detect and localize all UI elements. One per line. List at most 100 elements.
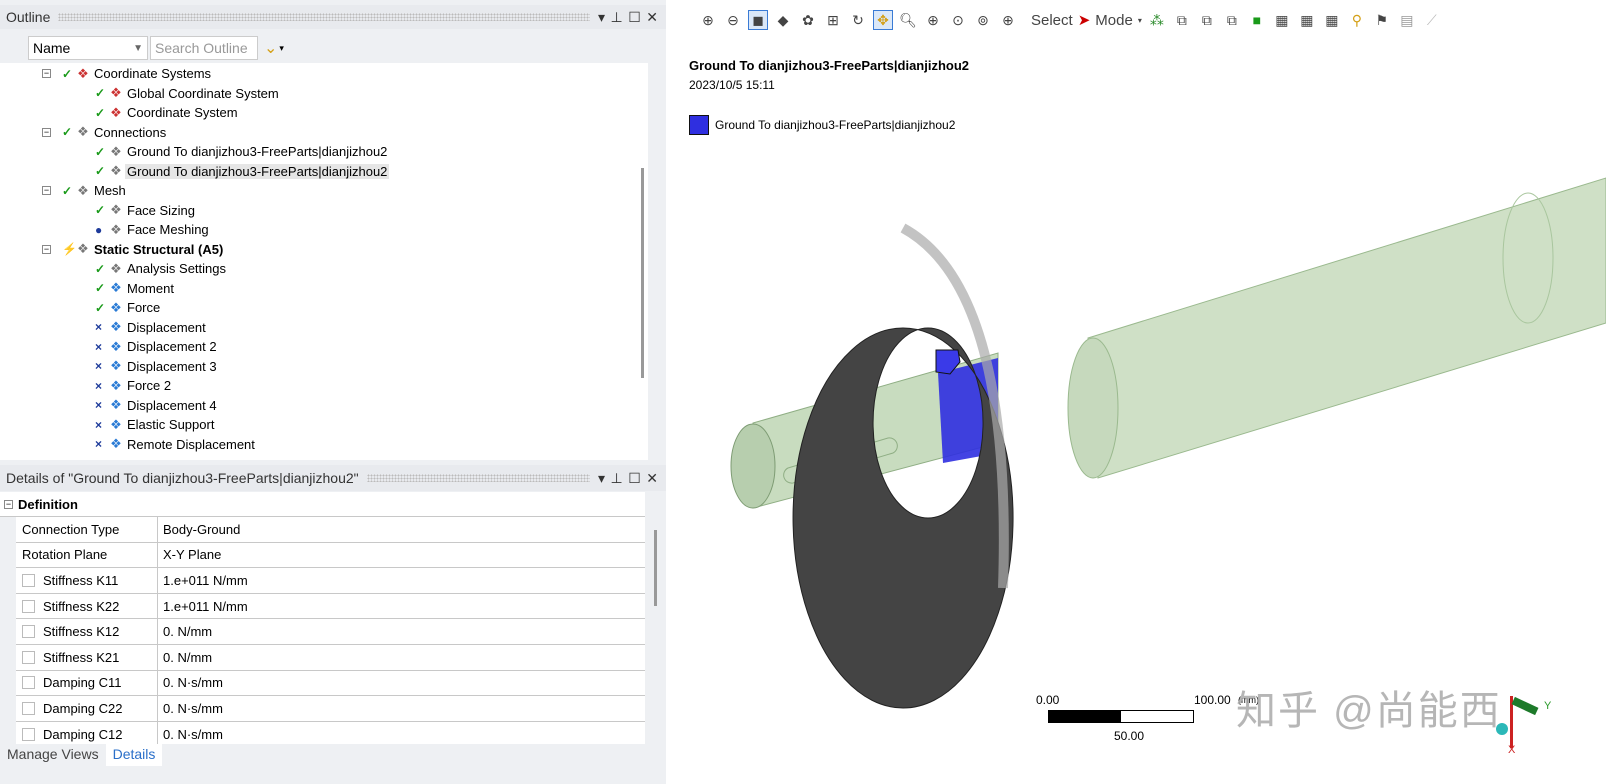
- property-label: Connection Type: [22, 521, 120, 537]
- x-status-icon: ×: [95, 398, 103, 412]
- tree-item[interactable]: ✓ ❖ Mesh: [62, 181, 128, 200]
- box-zoom-icon[interactable]: ⊕: [923, 10, 943, 30]
- parameter-checkbox[interactable]: [22, 573, 35, 587]
- tree-item[interactable]: ✓ ❖ Force: [95, 298, 162, 317]
- explode-icon[interactable]: ✿: [798, 10, 818, 30]
- select-body-icon[interactable]: ⧉: [1222, 10, 1242, 30]
- select-body-green-icon[interactable]: ■: [1247, 10, 1267, 30]
- annotation-icon[interactable]: ▤: [1397, 10, 1417, 30]
- tree-item[interactable]: ✓ ❖ Face Sizing: [95, 201, 197, 220]
- select-vertex-icon[interactable]: ⁂: [1147, 10, 1167, 30]
- zoom-out-icon[interactable]: ⊖: [723, 10, 743, 30]
- collapse-icon[interactable]: −: [42, 127, 51, 137]
- property-value[interactable]: 0. N/mm: [158, 619, 645, 644]
- property-value[interactable]: 0. N·s/mm: [158, 722, 645, 747]
- property-value[interactable]: 0. N·s/mm: [158, 696, 645, 721]
- details-row[interactable]: Damping C22 0. N·s/mm: [16, 696, 645, 722]
- tree-item[interactable]: ● ❖ Face Meshing: [95, 220, 211, 239]
- tree-item[interactable]: ✓ ❖ Moment: [95, 279, 176, 298]
- name-select[interactable]: Name ▼: [28, 36, 148, 60]
- zoom-fit-icon[interactable]: ⊕: [698, 10, 718, 30]
- window-icon[interactable]: ⊞: [823, 10, 843, 30]
- tab-manage-views[interactable]: Manage Views: [0, 744, 106, 766]
- tree-item[interactable]: ⚡ ❖ Static Structural (A5): [62, 240, 225, 259]
- close-icon[interactable]: ✕: [646, 9, 658, 26]
- tree-item[interactable]: × ❖ Force 2: [95, 376, 173, 395]
- property-value[interactable]: 0. N/mm: [158, 645, 645, 670]
- zoom-previous-icon[interactable]: ⊕: [998, 10, 1018, 30]
- left-panel: Outline ▾ ⊥ ☐ ✕ Name ▼ Search Outline ⌄ ▾ − ✓ ❖…: [0, 0, 666, 784]
- parameter-checkbox[interactable]: [22, 701, 35, 715]
- shaded-icon[interactable]: ◆: [773, 10, 793, 30]
- property-value[interactable]: X-Y Plane: [158, 543, 645, 568]
- zoom-icon[interactable]: 🔍︎: [898, 10, 918, 30]
- details-row[interactable]: Rotation Plane X-Y Plane: [16, 542, 645, 569]
- magnifier-icon[interactable]: ⊚: [973, 10, 993, 30]
- pin-icon[interactable]: ⊥: [611, 470, 623, 487]
- parameter-checkbox[interactable]: [22, 625, 35, 639]
- tab-details[interactable]: Details: [105, 744, 163, 766]
- parameter-checkbox[interactable]: [22, 599, 35, 613]
- rotate-icon[interactable]: ↻: [848, 10, 868, 30]
- tree-item[interactable]: ✓ ❖ Ground To dianjizhou3-FreeParts|dianji…: [95, 162, 390, 181]
- tree-item[interactable]: ✓ ❖ Global Coordinate System: [95, 84, 281, 103]
- close-icon[interactable]: ✕: [646, 470, 658, 487]
- tree-item[interactable]: ✓ ❖ Connections: [62, 123, 168, 142]
- tree-item[interactable]: × ❖ Displacement 2: [95, 337, 219, 356]
- property-value[interactable]: Body-Ground: [158, 517, 645, 542]
- select-node-icon[interactable]: ▦: [1272, 10, 1292, 30]
- label-icon[interactable]: ⚑: [1372, 10, 1392, 30]
- collapse-icon[interactable]: −: [42, 69, 51, 78]
- details-scrollbar[interactable]: [654, 530, 657, 606]
- parameter-checkbox[interactable]: [22, 727, 35, 741]
- chart-icon[interactable]: ⟋: [1422, 10, 1442, 30]
- tree-item[interactable]: × ❖ Displacement: [95, 318, 208, 337]
- property-value[interactable]: 0. N·s/mm: [158, 671, 645, 696]
- collapse-icon[interactable]: −: [42, 186, 51, 195]
- tree-item[interactable]: × ❖ Displacement 4: [95, 396, 219, 415]
- parameter-checkbox[interactable]: [22, 650, 35, 664]
- details-row[interactable]: Stiffness K22 1.e+011 N/mm: [16, 593, 645, 620]
- pin-icon[interactable]: ⊥: [611, 9, 623, 26]
- expand-filter-icon[interactable]: ⌄: [264, 38, 277, 58]
- details-row[interactable]: Connection Type Body-Ground: [16, 517, 645, 543]
- select-element-icon[interactable]: ▦: [1297, 10, 1317, 30]
- property-value[interactable]: 1.e+011 N/mm: [158, 568, 645, 593]
- shaft-large: [1087, 177, 1606, 479]
- dropdown-icon[interactable]: ▾: [598, 470, 605, 487]
- details-row[interactable]: Damping C11 0. N·s/mm: [16, 670, 645, 697]
- collapse-icon[interactable]: −: [4, 499, 13, 509]
- tree-item[interactable]: ✓ ❖ Ground To dianjizhou3-FreeParts|dianji…: [95, 142, 389, 161]
- tree-item[interactable]: × ❖ Displacement 3: [95, 357, 219, 376]
- details-row[interactable]: Stiffness K21 0. N/mm: [16, 644, 645, 671]
- tree-item[interactable]: × ❖ Remote Displacement: [95, 435, 257, 454]
- mode-button[interactable]: Mode: [1095, 12, 1133, 29]
- dropdown-icon[interactable]: ▾: [598, 9, 605, 26]
- parameter-checkbox[interactable]: [22, 676, 35, 690]
- body-select-icon[interactable]: ◼: [748, 10, 768, 30]
- details-row[interactable]: Stiffness K11 1.e+011 N/mm: [16, 568, 645, 594]
- triad[interactable]: Y X: [1488, 688, 1558, 758]
- tree-item[interactable]: ✓ ❖ Coordinate System: [95, 103, 240, 122]
- zoom-fit-all-icon[interactable]: ⊙: [948, 10, 968, 30]
- select-edge-icon[interactable]: ⧉: [1172, 10, 1192, 30]
- tree-item[interactable]: ✓ ❖ Analysis Settings: [95, 259, 228, 278]
- tree-item[interactable]: ✓ ❖ Coordinate Systems: [62, 64, 213, 83]
- property-value[interactable]: 1.e+011 N/mm: [158, 594, 645, 619]
- viewport[interactable]: Ground To dianjizhou3-FreeParts|dianjizh…: [668, 38, 1606, 784]
- select-face-icon[interactable]: ⧉: [1197, 10, 1217, 30]
- select-element-face-icon[interactable]: ▦: [1322, 10, 1342, 30]
- more-icon[interactable]: ▾: [279, 43, 284, 54]
- collapse-icon[interactable]: −: [42, 244, 51, 254]
- maximize-icon[interactable]: ☐: [628, 470, 641, 487]
- coordinate-icon: ❖: [110, 85, 122, 100]
- details-row[interactable]: Stiffness K12 0. N/mm: [16, 619, 645, 645]
- coordinate-pick-icon[interactable]: ⚲: [1347, 10, 1367, 30]
- maximize-icon[interactable]: ☐: [628, 9, 641, 26]
- section-definition[interactable]: − Definition: [0, 492, 645, 517]
- select-button[interactable]: Select: [1031, 12, 1073, 29]
- pan-icon[interactable]: ✥: [873, 10, 893, 30]
- tree-item[interactable]: × ❖ Elastic Support: [95, 415, 216, 434]
- tree-scrollbar[interactable]: [641, 168, 644, 378]
- search-input[interactable]: Search Outline: [150, 36, 258, 60]
